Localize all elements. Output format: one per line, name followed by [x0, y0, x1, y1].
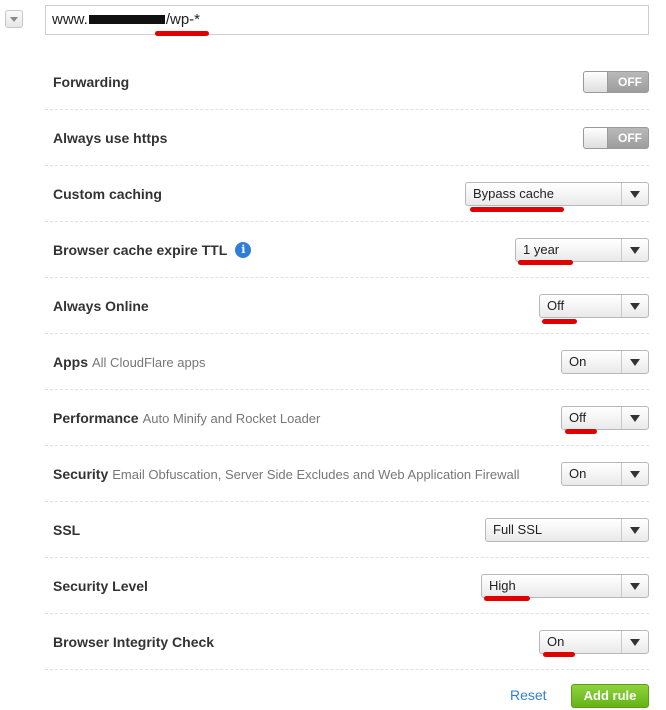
setting-label: Always Online — [53, 297, 149, 314]
annotation-underline — [565, 429, 597, 434]
url-prefix: www. — [52, 11, 88, 28]
setting-label: Always use https — [53, 129, 168, 146]
caret-down-icon — [621, 462, 648, 485]
toggle-state: OFF — [618, 130, 642, 145]
setting-label: Browser Integrity Check — [53, 633, 215, 650]
security-level-select[interactable]: High — [481, 573, 649, 598]
setting-label: Security Email Obfuscation, Server Side E… — [53, 466, 520, 482]
select-value: On — [547, 633, 565, 649]
toggle-knob — [584, 127, 608, 148]
annotation-underline — [155, 31, 209, 36]
select-value: Full SSL — [493, 521, 543, 537]
setting-row-performance: Performance Auto Minify and Rocket Loader… — [45, 390, 649, 446]
setting-row-custom-caching: Custom caching Bypass cache — [45, 166, 649, 222]
caret-down-icon — [621, 294, 648, 317]
setting-row-forwarding: Forwarding OFF — [45, 54, 649, 110]
caret-down-icon — [621, 350, 648, 373]
reset-link[interactable]: Reset — [510, 687, 547, 703]
always-online-select[interactable]: Off — [539, 293, 649, 318]
caret-down-icon — [621, 630, 648, 653]
caret-down-icon — [621, 574, 648, 597]
security-select[interactable]: On — [561, 461, 649, 486]
ssl-select[interactable]: Full SSL — [485, 517, 649, 542]
setting-description: All CloudFlare apps — [92, 354, 206, 370]
setting-row-ssl: SSL Full SSL — [45, 502, 649, 558]
select-value: Bypass cache — [473, 185, 554, 201]
setting-label: Security Level — [53, 577, 148, 594]
add-rule-button[interactable]: Add rule — [571, 684, 649, 708]
redacted-domain — [88, 14, 165, 24]
url-pattern-field[interactable]: www. /wp-* — [45, 5, 649, 35]
annotation-underline — [518, 260, 573, 265]
custom-caching-select[interactable]: Bypass cache — [465, 181, 649, 206]
collapse-toggle-button[interactable] — [5, 10, 23, 28]
setting-label: Apps All CloudFlare apps — [53, 354, 205, 370]
annotation-underline — [542, 319, 577, 324]
setting-row-browser-cache-ttl: Browser cache expire TTL i 1 year — [45, 222, 649, 278]
info-icon[interactable]: i — [235, 241, 252, 258]
setting-row-always-https: Always use https OFF — [45, 110, 649, 166]
always-https-toggle[interactable]: OFF — [583, 126, 649, 149]
setting-row-always-online: Always Online Off — [45, 278, 649, 334]
caret-down-icon — [621, 238, 648, 261]
url-suffix: /wp-* — [165, 11, 201, 28]
setting-label-text: Performance — [53, 409, 139, 426]
setting-row-security: Security Email Obfuscation, Server Side E… — [45, 446, 649, 502]
setting-label-text: Browser cache expire TTL — [53, 241, 228, 258]
caret-down-icon — [621, 518, 648, 541]
setting-label: Forwarding — [53, 73, 130, 90]
forwarding-toggle[interactable]: OFF — [583, 70, 649, 93]
setting-description: Email Obfuscation, Server Side Excludes … — [112, 466, 520, 482]
setting-description: Auto Minify and Rocket Loader — [142, 410, 321, 426]
setting-label: SSL — [53, 521, 81, 538]
browser-cache-ttl-select[interactable]: 1 year — [515, 237, 649, 262]
select-value: High — [489, 577, 516, 593]
annotation-underline — [470, 207, 564, 212]
select-value: On — [569, 465, 587, 481]
setting-row-browser-integrity: Browser Integrity Check On — [45, 614, 649, 670]
toggle-knob — [584, 71, 608, 92]
setting-row-security-level: Security Level High — [45, 558, 649, 614]
browser-integrity-select[interactable]: On — [539, 629, 649, 654]
apps-select[interactable]: On — [561, 349, 649, 374]
setting-label-text: Security — [53, 465, 109, 482]
toggle-state: OFF — [618, 74, 642, 89]
select-value: On — [569, 353, 587, 369]
performance-select[interactable]: Off — [561, 405, 649, 430]
select-value: Off — [569, 409, 587, 425]
annotation-underline — [484, 596, 530, 601]
select-value: 1 year — [523, 241, 560, 257]
select-value: Off — [547, 297, 565, 313]
setting-label: Performance Auto Minify and Rocket Loader — [53, 410, 320, 426]
annotation-underline — [543, 652, 575, 657]
caret-down-icon — [621, 406, 648, 429]
setting-label: Custom caching — [53, 185, 162, 202]
setting-label: Browser cache expire TTL i — [53, 241, 252, 258]
setting-row-apps: Apps All CloudFlare apps On — [45, 334, 649, 390]
setting-label-text: Apps — [53, 353, 88, 370]
caret-down-icon — [621, 182, 648, 205]
